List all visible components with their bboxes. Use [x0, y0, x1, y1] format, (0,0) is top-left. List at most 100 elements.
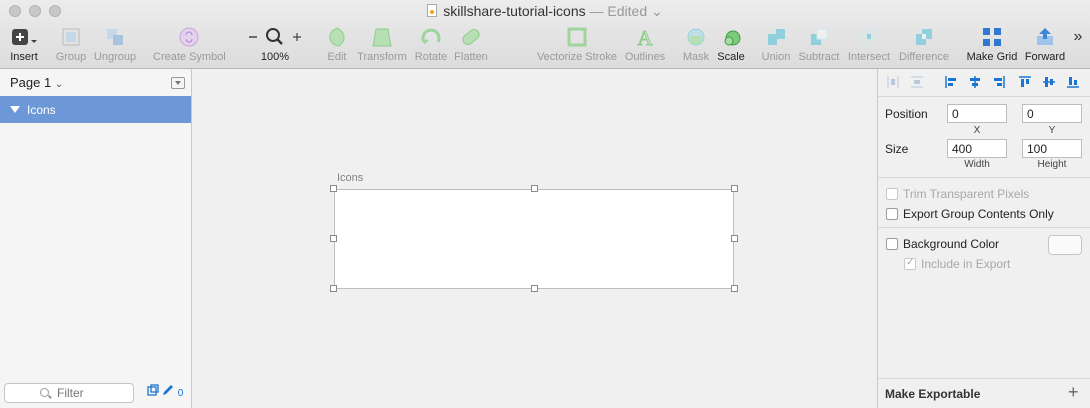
- mask-button[interactable]: Mask: [681, 26, 711, 63]
- artboard[interactable]: [334, 189, 734, 289]
- chevron-down-icon[interactable]: ⌄: [651, 3, 663, 19]
- resize-handle-top-left[interactable]: [330, 185, 337, 192]
- flatten-button[interactable]: Flatten: [453, 26, 489, 63]
- layer-row[interactable]: Icons: [0, 96, 191, 123]
- page-name: Page 1: [10, 75, 52, 90]
- document-icon: [427, 4, 438, 17]
- ungroup-icon: [107, 29, 123, 45]
- width-field[interactable]: [947, 139, 1007, 158]
- search-icon: [40, 388, 49, 397]
- zoom-in-icon[interactable]: [293, 33, 301, 41]
- background-color-label: Background Color: [903, 237, 1000, 251]
- rotate-icon: [421, 28, 441, 44]
- align-middle-vertical-icon[interactable]: [1042, 75, 1056, 89]
- pages-toggle-button[interactable]: [171, 77, 185, 89]
- sketch-window: skillshare-tutorial-icons — Edited ⌄ Ins…: [0, 0, 1090, 408]
- resize-handle-top[interactable]: [531, 185, 538, 192]
- filter-input[interactable]: [57, 386, 127, 400]
- vectorize-stroke-icon: [567, 27, 587, 47]
- align-top-icon[interactable]: [1018, 75, 1032, 89]
- width-label: Width: [964, 159, 990, 170]
- symbol-icon: [179, 27, 199, 47]
- svg-text:A: A: [637, 26, 653, 48]
- position-y-field[interactable]: [1022, 104, 1082, 123]
- make-grid-button[interactable]: Make Grid: [966, 26, 1018, 63]
- outlines-button[interactable]: A Outlines: [624, 26, 666, 63]
- outlines-icon: A: [637, 26, 654, 48]
- distribute-horizontal-icon[interactable]: [886, 75, 900, 89]
- ungroup-button[interactable]: Ungroup: [92, 26, 138, 63]
- vectorize-stroke-button[interactable]: Vectorize Stroke: [536, 26, 618, 63]
- position-x-field[interactable]: [947, 104, 1007, 123]
- scale-icon: [724, 30, 741, 46]
- rotate-button[interactable]: Rotate: [414, 26, 448, 63]
- mask-icon: [687, 28, 705, 46]
- align-bottom-icon[interactable]: [1066, 75, 1080, 89]
- distribute-vertical-icon[interactable]: [910, 75, 924, 89]
- intersect-icon: [860, 28, 878, 46]
- scale-button[interactable]: Scale: [716, 26, 746, 63]
- resize-handle-left[interactable]: [330, 235, 337, 242]
- alignment-bar: [878, 69, 1090, 97]
- grid-icon: [983, 28, 1001, 46]
- resize-handle-top-right[interactable]: [731, 185, 738, 192]
- document-name: skillshare-tutorial-icons: [443, 3, 586, 19]
- forward-button[interactable]: Forward: [1022, 26, 1068, 63]
- height-field[interactable]: [1022, 139, 1082, 158]
- transform-icon: [372, 28, 392, 47]
- subtract-button[interactable]: Subtract: [797, 26, 841, 63]
- pencil-icon[interactable]: [163, 385, 173, 395]
- background-color-checkbox[interactable]: [886, 238, 898, 250]
- difference-icon: [916, 29, 932, 45]
- zoom-level: 100%: [260, 51, 290, 63]
- layer-name: Icons: [27, 103, 56, 117]
- make-exportable-label: Make Exportable: [885, 387, 981, 401]
- edited-status: — Edited: [589, 3, 648, 19]
- zoom-control[interactable]: 100%: [246, 26, 304, 63]
- create-symbol-button[interactable]: Create Symbol: [153, 26, 226, 63]
- align-right-icon[interactable]: [992, 75, 1006, 89]
- insert-plus-icon: [12, 29, 37, 45]
- artboard-label[interactable]: Icons: [337, 172, 363, 184]
- page-selector[interactable]: Page 1 ⌄: [10, 75, 63, 90]
- subtract-icon: [811, 28, 828, 45]
- layer-filter[interactable]: [4, 383, 134, 403]
- position-label: Position: [885, 107, 928, 121]
- align-left-icon[interactable]: [944, 75, 958, 89]
- canvas[interactable]: Icons: [192, 69, 877, 408]
- union-icon: [768, 29, 785, 45]
- background-color-swatch[interactable]: [1048, 235, 1082, 255]
- bring-forward-icon: [1037, 28, 1053, 45]
- symbols-filter-icon[interactable]: [147, 384, 159, 396]
- edit-button[interactable]: Edit: [324, 26, 350, 63]
- add-icon[interactable]: +: [1068, 382, 1079, 403]
- group-button[interactable]: Group: [53, 26, 89, 63]
- make-exportable-bar[interactable]: Make Exportable +: [878, 378, 1090, 408]
- layer-footer-controls: 0: [147, 384, 183, 399]
- trim-transparent-label: Trim Transparent Pixels: [903, 187, 1030, 201]
- union-button[interactable]: Union: [760, 26, 792, 63]
- trim-transparent-checkbox[interactable]: [886, 188, 898, 200]
- edit-icon: [329, 27, 345, 47]
- y-label: Y: [1048, 125, 1056, 136]
- transform-button[interactable]: Transform: [356, 26, 408, 63]
- magnifier-icon: [266, 28, 283, 45]
- align-center-horizontal-icon[interactable]: [968, 75, 982, 89]
- difference-button[interactable]: Difference: [897, 26, 951, 63]
- resize-handle-bottom-left[interactable]: [330, 285, 337, 292]
- chevron-down-icon: ⌄: [54, 79, 64, 90]
- disclosure-triangle-icon[interactable]: [10, 106, 20, 113]
- insert-button[interactable]: Insert: [8, 26, 40, 63]
- export-group-contents-label: Export Group Contents Only: [903, 207, 1054, 221]
- layers-panel: Page 1 ⌄ Icons 0: [0, 69, 192, 408]
- include-in-export-label: Include in Export: [921, 257, 1011, 271]
- height-label: Height: [1037, 159, 1067, 170]
- include-in-export-checkbox[interactable]: [904, 257, 916, 270]
- resize-handle-bottom-right[interactable]: [731, 285, 738, 292]
- intersect-button[interactable]: Intersect: [847, 26, 891, 63]
- toolbar-overflow-button[interactable]: »: [1070, 28, 1086, 46]
- resize-handle-bottom[interactable]: [531, 285, 538, 292]
- x-label: X: [973, 125, 981, 136]
- export-group-contents-checkbox[interactable]: [886, 208, 898, 220]
- resize-handle-right[interactable]: [731, 235, 738, 242]
